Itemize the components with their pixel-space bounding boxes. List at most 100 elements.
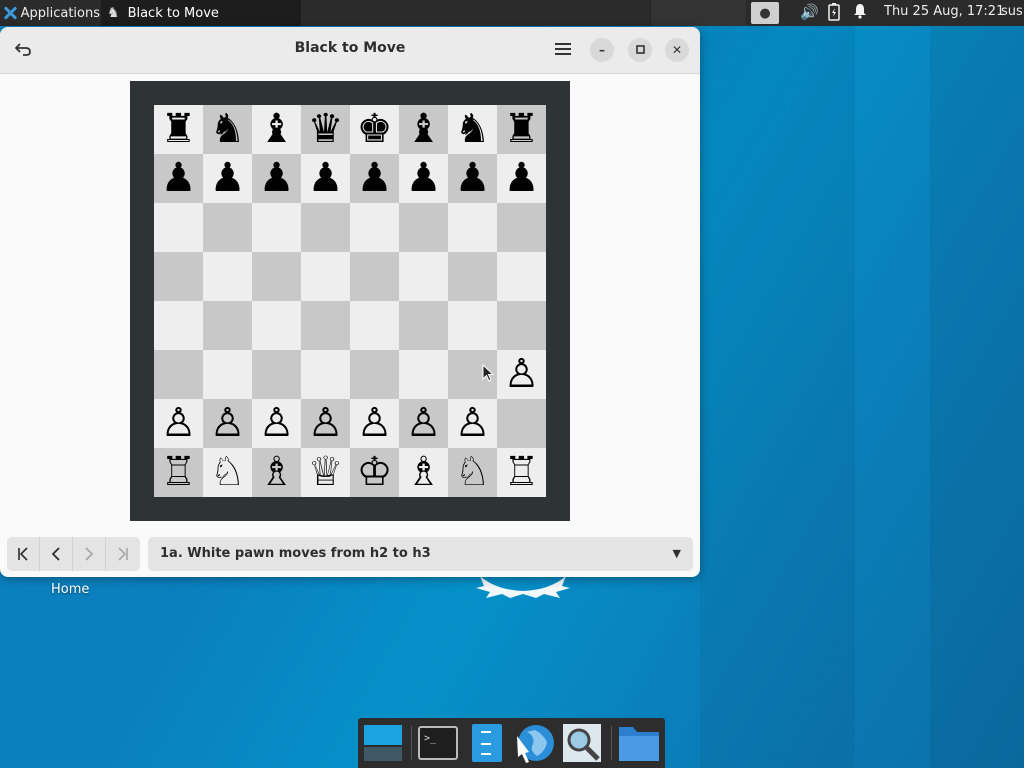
square-h8[interactable]: ♜ [497, 105, 546, 154]
square-e4[interactable] [350, 301, 399, 350]
battery-icon[interactable] [828, 3, 840, 25]
square-e7[interactable]: ♟ [350, 154, 399, 203]
main-menu-button[interactable] [550, 37, 576, 63]
chess-piece-d7[interactable]: ♟ [308, 154, 344, 203]
chess-piece-e1[interactable]: ♔ [357, 448, 393, 497]
square-c2[interactable]: ♙ [252, 399, 301, 448]
chess-piece-b7[interactable]: ♟ [210, 154, 246, 203]
square-e3[interactable] [350, 350, 399, 399]
square-d3[interactable] [301, 350, 350, 399]
square-b8[interactable]: ♞ [203, 105, 252, 154]
square-b4[interactable] [203, 301, 252, 350]
chess-piece-h7[interactable]: ♟ [504, 154, 540, 203]
chess-piece-b1[interactable]: ♘ [210, 448, 246, 497]
square-b5[interactable] [203, 252, 252, 301]
square-f5[interactable] [399, 252, 448, 301]
square-d4[interactable] [301, 301, 350, 350]
square-d8[interactable]: ♛ [301, 105, 350, 154]
file-manager-launcher[interactable] [618, 722, 660, 764]
chess-piece-e8[interactable]: ♚ [357, 105, 393, 154]
square-f2[interactable]: ♙ [399, 399, 448, 448]
panel-user-name[interactable]: sus [1001, 0, 1023, 26]
square-b3[interactable] [203, 350, 252, 399]
chess-piece-f1[interactable]: ♗ [406, 448, 442, 497]
chess-piece-d2[interactable]: ♙ [308, 399, 344, 448]
square-f1[interactable]: ♗ [399, 448, 448, 497]
square-a4[interactable] [154, 301, 203, 350]
volume-icon[interactable]: 🔊 [800, 3, 819, 21]
chess-piece-a7[interactable]: ♟ [161, 154, 197, 203]
square-f7[interactable]: ♟ [399, 154, 448, 203]
chess-piece-g2[interactable]: ♙ [455, 399, 491, 448]
square-d7[interactable]: ♟ [301, 154, 350, 203]
square-a8[interactable]: ♜ [154, 105, 203, 154]
web-browser-launcher[interactable] [513, 722, 555, 764]
panel-clock[interactable]: Thu 25 Aug, 17:21 [884, 0, 1004, 26]
square-d2[interactable]: ♙ [301, 399, 350, 448]
move-history-dropdown[interactable]: 1a. White pawn moves from h2 to h3 ▼ [148, 537, 693, 571]
chess-piece-h1[interactable]: ♖ [504, 448, 540, 497]
square-e6[interactable] [350, 203, 399, 252]
taskbar-window-button[interactable]: ♞ Black to Move [101, 0, 301, 26]
chess-piece-e2[interactable]: ♙ [357, 399, 393, 448]
user-switch-icon[interactable]: ● [751, 2, 779, 24]
chess-piece-f8[interactable]: ♝ [406, 105, 442, 154]
square-c3[interactable] [252, 350, 301, 399]
square-b2[interactable]: ♙ [203, 399, 252, 448]
square-h2[interactable] [497, 399, 546, 448]
square-c1[interactable]: ♗ [252, 448, 301, 497]
square-c7[interactable]: ♟ [252, 154, 301, 203]
square-e8[interactable]: ♚ [350, 105, 399, 154]
chess-piece-c2[interactable]: ♙ [259, 399, 295, 448]
square-a6[interactable] [154, 203, 203, 252]
square-b1[interactable]: ♘ [203, 448, 252, 497]
first-move-button[interactable] [7, 537, 40, 571]
applications-menu-button[interactable]: Applications [0, 0, 100, 26]
chess-piece-h8[interactable]: ♜ [504, 105, 540, 154]
chess-piece-c7[interactable]: ♟ [259, 154, 295, 203]
square-g1[interactable]: ♘ [448, 448, 497, 497]
chess-piece-d1[interactable]: ♕ [308, 448, 344, 497]
square-d6[interactable] [301, 203, 350, 252]
square-h4[interactable] [497, 301, 546, 350]
square-b6[interactable] [203, 203, 252, 252]
square-a2[interactable]: ♙ [154, 399, 203, 448]
maximize-button[interactable] [628, 38, 652, 62]
close-button[interactable]: ✕ [665, 38, 689, 62]
square-b7[interactable]: ♟ [203, 154, 252, 203]
last-move-button[interactable] [106, 537, 139, 571]
square-g8[interactable]: ♞ [448, 105, 497, 154]
square-g2[interactable]: ♙ [448, 399, 497, 448]
square-a7[interactable]: ♟ [154, 154, 203, 203]
square-f8[interactable]: ♝ [399, 105, 448, 154]
undo-button[interactable] [10, 37, 36, 63]
square-e5[interactable] [350, 252, 399, 301]
square-f4[interactable] [399, 301, 448, 350]
square-c6[interactable] [252, 203, 301, 252]
square-g6[interactable] [448, 203, 497, 252]
square-f6[interactable] [399, 203, 448, 252]
square-d1[interactable]: ♕ [301, 448, 350, 497]
square-e1[interactable]: ♔ [350, 448, 399, 497]
square-d5[interactable] [301, 252, 350, 301]
terminal-launcher[interactable]: >_ [417, 722, 459, 764]
chess-piece-f7[interactable]: ♟ [406, 154, 442, 203]
square-f3[interactable] [399, 350, 448, 399]
chess-board[interactable]: ♜ ♞ ♝ ♛ ♚ ♝ ♞ ♜ ♟ ♟ ♟ ♟ ♟ ♟ ♟ ♟ ♙ ♙ ♙ ♙ ♙ ♙ ♙ ♙ ♖ ♘ ♗ ♕ ♔ ♗ ♘ ♖ [154, 105, 546, 497]
square-h7[interactable]: ♟ [497, 154, 546, 203]
square-e2[interactable]: ♙ [350, 399, 399, 448]
previous-move-button[interactable] [40, 537, 73, 571]
square-g5[interactable] [448, 252, 497, 301]
next-move-button[interactable] [73, 537, 106, 571]
chess-piece-g7[interactable]: ♟ [455, 154, 491, 203]
desktop-home-label[interactable]: Home [51, 582, 89, 597]
chess-piece-h3[interactable]: ♙ [504, 350, 540, 399]
square-g7[interactable]: ♟ [448, 154, 497, 203]
chess-piece-b8[interactable]: ♞ [210, 105, 246, 154]
square-g4[interactable] [448, 301, 497, 350]
square-h6[interactable] [497, 203, 546, 252]
square-c8[interactable]: ♝ [252, 105, 301, 154]
chess-piece-f2[interactable]: ♙ [406, 399, 442, 448]
chess-piece-g8[interactable]: ♞ [455, 105, 491, 154]
square-a5[interactable] [154, 252, 203, 301]
